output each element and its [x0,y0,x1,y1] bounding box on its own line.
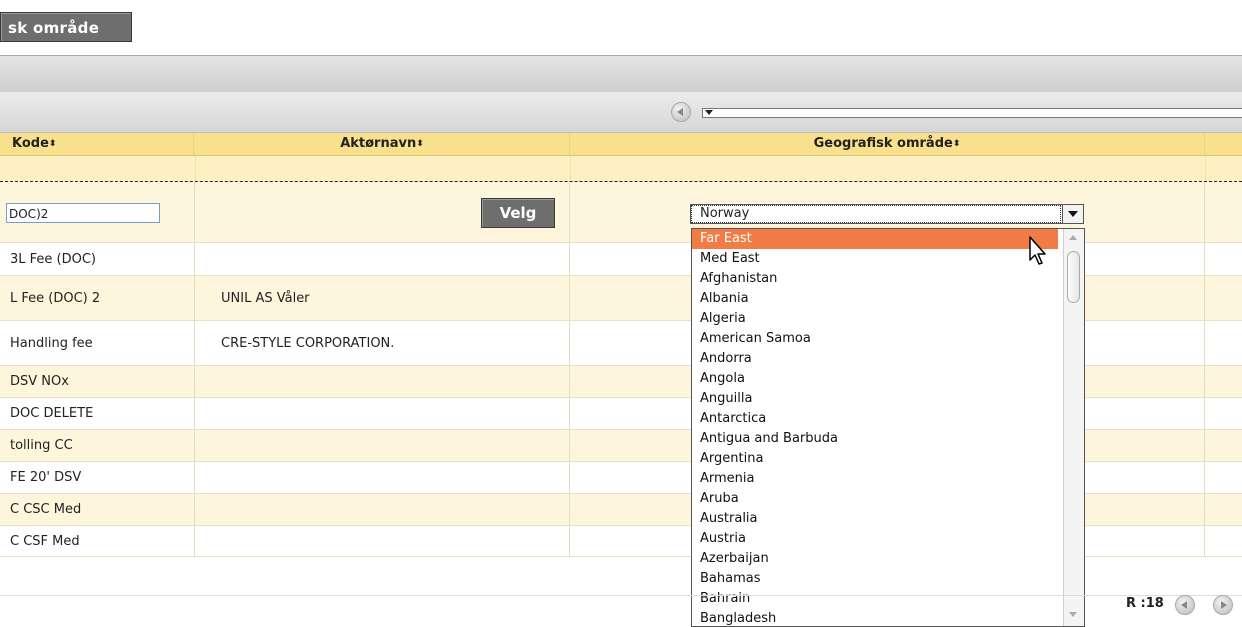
table-header: Kode⬍ Aktørnavn⬍ Geografisk område⬍ [0,133,1242,156]
table-footer [0,555,1242,596]
column-header-label: Kode [12,136,49,151]
column-header-code[interactable]: Kode⬍ [0,133,194,155]
scroll-up-icon[interactable] [1066,231,1081,245]
actor-cell: UNIL AS Våler [195,276,570,320]
code-cell: Handling fee [0,321,195,365]
chevron-down-icon [705,110,713,115]
code-cell: tolling CC [0,430,195,461]
dropdown-option[interactable]: Aruba [692,489,1058,509]
dropdown-option[interactable]: Antigua and Barbuda [692,429,1058,449]
filter-cell-geo[interactable] [570,156,1206,181]
dropdown-option[interactable]: Australia [692,509,1058,529]
velg-button[interactable]: Velg [481,198,555,228]
next-page-icon[interactable] [1213,595,1233,615]
dropdown-option[interactable]: Argentina [692,449,1058,469]
dropdown-option[interactable]: Angola [692,369,1058,389]
scroll-thumb[interactable] [1067,251,1080,303]
prev-page-icon[interactable] [671,102,691,122]
actor-cell [195,243,570,275]
column-header-label: Aktørnavn [340,136,417,151]
dropdown-option[interactable]: Anguilla [692,389,1058,409]
chevron-down-icon[interactable] [1062,205,1083,223]
dropdown-option[interactable]: Albania [692,289,1058,309]
sort-icon[interactable]: ⬍ [49,139,57,149]
geo-select-value: Norway [691,205,1061,223]
filter-row [0,156,1242,182]
column-header-geo[interactable]: Geografisk område⬍ [570,133,1205,155]
column-header-actor[interactable]: Aktørnavn⬍ [195,133,570,155]
geographic-area-button[interactable]: sk område [0,12,132,42]
code-cell: 3L Fee (DOC) [0,243,195,275]
actor-cell [195,430,570,461]
mouse-cursor-icon [1029,236,1046,265]
toolbar-bar [0,55,1242,93]
code-cell: C CSF Med [0,526,195,556]
actor-cell: CRE-STYLE CORPORATION. [195,321,570,365]
sort-icon[interactable]: ⬍ [416,139,424,149]
prev-page-icon[interactable] [1175,595,1195,615]
dropdown-option[interactable]: American Samoa [692,329,1058,349]
actor-cell [195,494,570,525]
dropdown-option[interactable]: Far East [692,229,1058,249]
column-header-extra [1205,133,1242,155]
sort-icon[interactable]: ⬍ [953,139,961,149]
code-cell: DOC DELETE [0,398,195,429]
actor-cell [195,462,570,493]
pager: R :18 [1126,596,1164,611]
dropdown-option[interactable]: Andorra [692,349,1058,369]
dropdown-option[interactable]: Austria [692,529,1058,549]
dropdown-option[interactable]: Med East [692,249,1058,269]
record-count: R :18 [1126,596,1164,611]
filter-cell-code[interactable] [0,156,196,181]
code-input[interactable]: DOC)2 [6,203,160,223]
dropdown-option[interactable]: Armenia [692,469,1058,489]
filter-cell-actor[interactable] [195,156,571,181]
dropdown-option[interactable]: Afghanistan [692,269,1058,289]
scroll-down-icon[interactable] [1066,608,1081,622]
geo-select[interactable]: Norway [690,204,1084,224]
actor-cell [195,366,570,397]
code-cell: C CSC Med [0,494,195,525]
code-cell: FE 20' DSV [0,462,195,493]
dropdown-option[interactable]: Antarctica [692,409,1058,429]
code-cell: DSV NOx [0,366,195,397]
dropdown-option[interactable]: Bangladesh [692,609,1058,626]
code-cell: L Fee (DOC) 2 [0,276,195,320]
dropdown-option[interactable]: Algeria [692,309,1058,329]
page-select[interactable] [702,108,1242,118]
actor-cell [195,526,570,556]
column-header-label: Geografisk område [813,136,953,151]
actor-cell [195,398,570,429]
